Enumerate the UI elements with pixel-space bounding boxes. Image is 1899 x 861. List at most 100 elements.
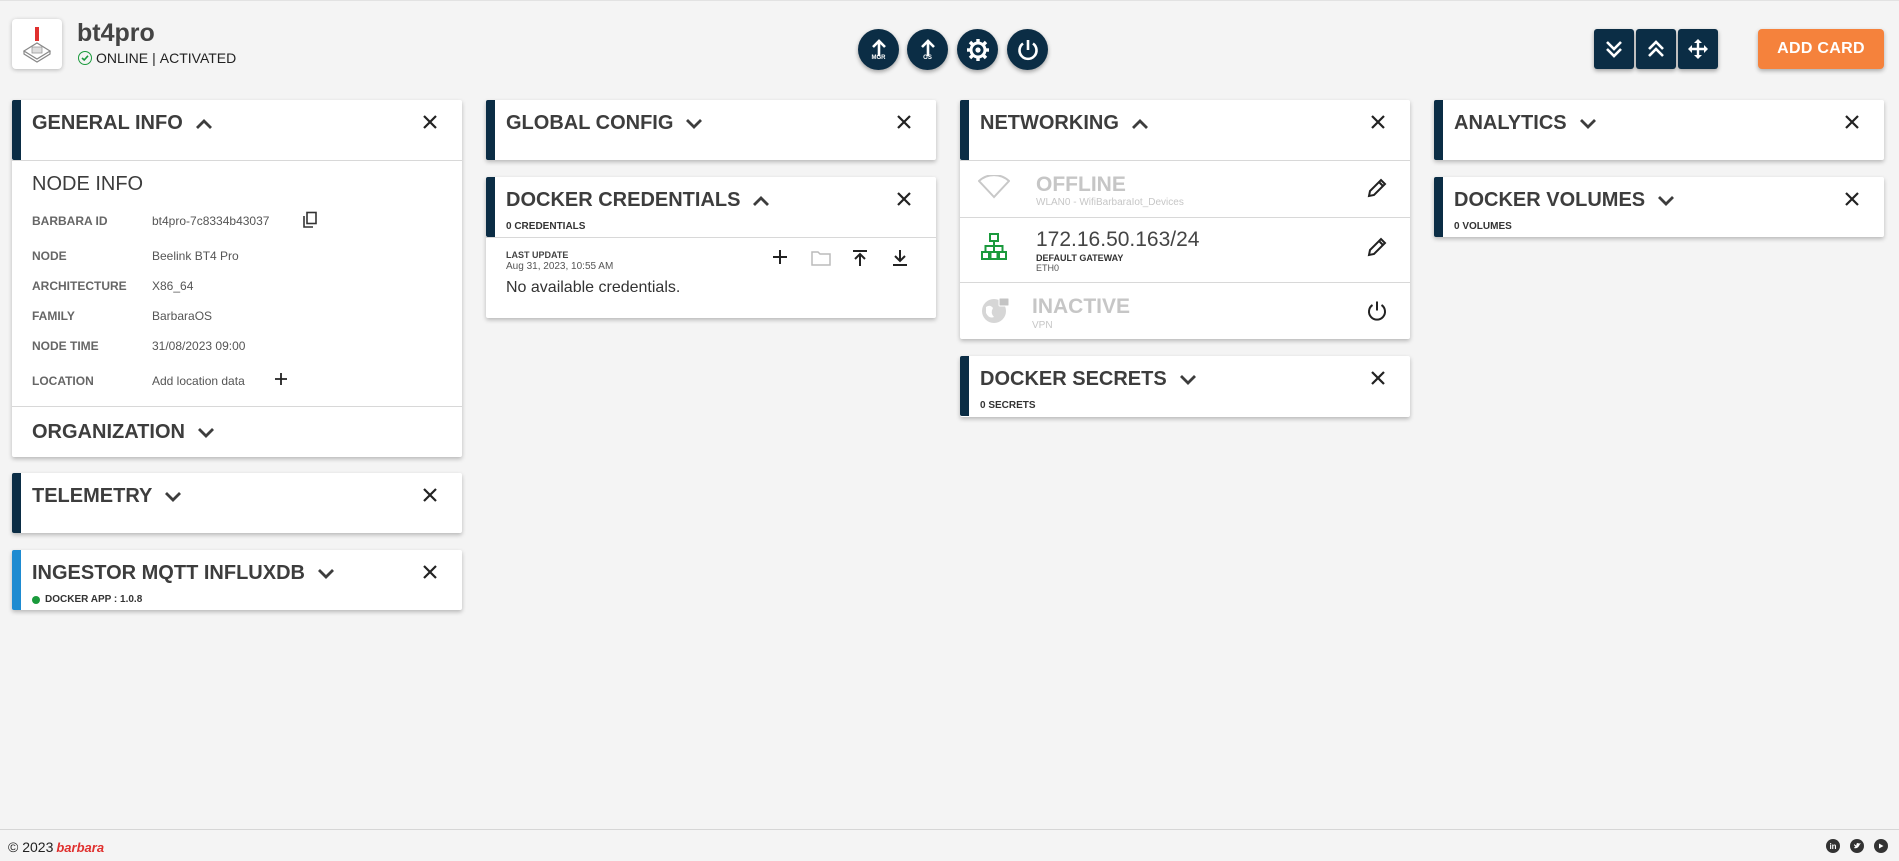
global-config-header[interactable]: GLOBAL CONFIG	[506, 112, 703, 135]
organization-header[interactable]: ORGANIZATION	[32, 421, 215, 444]
update-mgr-button[interactable]: MGR	[858, 29, 899, 70]
node-time-label: NODE TIME	[32, 339, 99, 353]
docker-credentials-title: DOCKER CREDENTIALS	[506, 189, 741, 211]
add-card-button[interactable]: ADD CARD	[1758, 29, 1884, 69]
edit-wifi-button[interactable]	[1366, 177, 1388, 204]
collapse-all-button[interactable]	[1594, 29, 1634, 69]
online-check-icon	[78, 51, 92, 65]
docker-app-version: DOCKER APP : 1.0.8	[45, 594, 143, 605]
docker-volumes-title: DOCKER VOLUMES	[1454, 189, 1646, 211]
folder-icon	[811, 251, 831, 266]
node-label: NODE	[32, 249, 67, 263]
card-accent-bar	[12, 473, 21, 533]
close-docker-secrets-button[interactable]	[1368, 368, 1388, 388]
double-chevron-down-icon	[1606, 41, 1622, 58]
last-update-label: LAST UPDATE	[506, 250, 569, 260]
chevron-up-icon	[1131, 118, 1148, 129]
download-icon	[893, 250, 907, 266]
update-os-label: OS	[923, 55, 932, 61]
settings-button[interactable]	[957, 29, 998, 70]
card-accent-bar	[960, 356, 969, 416]
close-icon	[897, 115, 911, 129]
location-label: LOCATION	[32, 374, 94, 388]
no-credentials-text: No available credentials.	[506, 279, 681, 296]
docker-credentials-header[interactable]: DOCKER CREDENTIALS	[506, 189, 770, 212]
close-docker-volumes-button[interactable]	[1842, 189, 1862, 209]
close-icon	[1845, 192, 1859, 206]
close-general-info-button[interactable]	[420, 112, 440, 132]
add-credential-button[interactable]	[772, 249, 788, 270]
default-gateway-label: DEFAULT GATEWAY	[1036, 253, 1124, 263]
barbara-brand-logo[interactable]: barbara	[56, 840, 104, 855]
barbara-id-value: bt4pro-7c8334b43037	[152, 214, 270, 228]
ingestor-title: INGESTOR MQTT INFLUXDB	[32, 562, 305, 584]
rearrange-cards-button[interactable]	[1678, 29, 1718, 69]
toggle-vpn-button[interactable]	[1366, 300, 1388, 327]
general-info-title: GENERAL INFO	[32, 112, 183, 134]
close-docker-credentials-button[interactable]	[894, 189, 914, 209]
close-global-config-button[interactable]	[894, 112, 914, 132]
network-tree-icon	[981, 233, 1007, 260]
architecture-label: ARCHITECTURE	[32, 279, 127, 293]
close-analytics-button[interactable]	[1842, 112, 1862, 132]
close-telemetry-button[interactable]	[420, 485, 440, 505]
card-accent-bar	[1434, 177, 1443, 237]
power-icon	[1017, 39, 1038, 60]
barbara-id-label: BARBARA ID	[32, 214, 108, 228]
close-icon	[423, 115, 437, 129]
family-value: BarbaraOS	[152, 309, 213, 323]
chevron-down-icon	[1179, 374, 1196, 385]
close-icon	[897, 192, 911, 206]
chevron-up-icon	[195, 118, 212, 129]
node-status: ONLINE | ACTIVATED	[78, 50, 236, 66]
double-chevron-up-icon	[1648, 40, 1664, 57]
docker-secrets-card: DOCKER SECRETS 0 SECRETS	[960, 356, 1410, 417]
linkedin-icon[interactable]: in	[1826, 839, 1840, 853]
general-info-card: GENERAL INFO NODE INFO BARBARA ID bt4pro…	[12, 100, 462, 457]
global-config-title: GLOBAL CONFIG	[506, 112, 674, 134]
card-accent-bar	[12, 550, 21, 610]
chevron-up-icon	[753, 195, 770, 206]
edit-ethernet-button[interactable]	[1366, 236, 1388, 263]
networking-card: NETWORKING OFFLINE WLAN0 - WifiBarbaraIo…	[960, 100, 1410, 339]
networking-header[interactable]: NETWORKING	[980, 112, 1149, 135]
twitter-icon[interactable]	[1850, 839, 1864, 853]
ethernet-row: 172.16.50.163/24 DEFAULT GATEWAY ETH0	[960, 218, 1410, 280]
move-arrows-icon	[1688, 39, 1708, 59]
vpn-label: VPN	[1032, 320, 1053, 331]
running-status-dot	[32, 595, 40, 604]
add-location-button[interactable]	[274, 372, 288, 391]
docker-volumes-header[interactable]: DOCKER VOLUMES	[1454, 189, 1675, 212]
update-mgr-label: MGR	[871, 55, 886, 61]
wifi-status: OFFLINE	[1036, 173, 1126, 196]
close-networking-button[interactable]	[1368, 112, 1388, 132]
vpn-row: INACTIVE VPN	[960, 283, 1410, 339]
ingestor-header[interactable]: INGESTOR MQTT INFLUXDB	[32, 562, 335, 585]
architecture-value: X86_64	[152, 279, 194, 293]
upload-credentials-button[interactable]	[851, 249, 869, 272]
expand-all-button[interactable]	[1636, 29, 1676, 69]
general-info-header[interactable]: GENERAL INFO	[32, 112, 213, 135]
node-info-heading: NODE INFO	[32, 173, 144, 195]
download-credentials-button[interactable]	[891, 249, 909, 272]
card-accent-bar	[1434, 100, 1443, 160]
copy-id-button[interactable]	[302, 211, 318, 234]
import-folder-button[interactable]	[811, 250, 831, 271]
pencil-icon	[1367, 237, 1387, 257]
close-icon	[423, 565, 437, 579]
youtube-icon[interactable]	[1874, 839, 1888, 853]
close-ingestor-button[interactable]	[420, 562, 440, 582]
ingestor-subtitle: DOCKER APP : 1.0.8	[32, 594, 142, 605]
status-activated-text: ACTIVATED	[159, 50, 237, 66]
docker-secrets-header[interactable]: DOCKER SECRETS	[980, 368, 1197, 391]
analytics-header[interactable]: ANALYTICS	[1454, 112, 1597, 135]
organization-title: ORGANIZATION	[32, 421, 185, 443]
family-label: FAMILY	[32, 309, 75, 323]
update-os-button[interactable]: OS	[907, 29, 948, 70]
card-accent-bar	[486, 177, 495, 237]
power-button[interactable]	[1007, 29, 1048, 70]
page-footer: © 2023 barbara in	[0, 829, 1899, 861]
telemetry-header[interactable]: TELEMETRY	[32, 485, 182, 508]
ethernet-interface: ETH0	[1036, 263, 1060, 273]
credentials-count: 0 CREDENTIALS	[506, 221, 586, 232]
